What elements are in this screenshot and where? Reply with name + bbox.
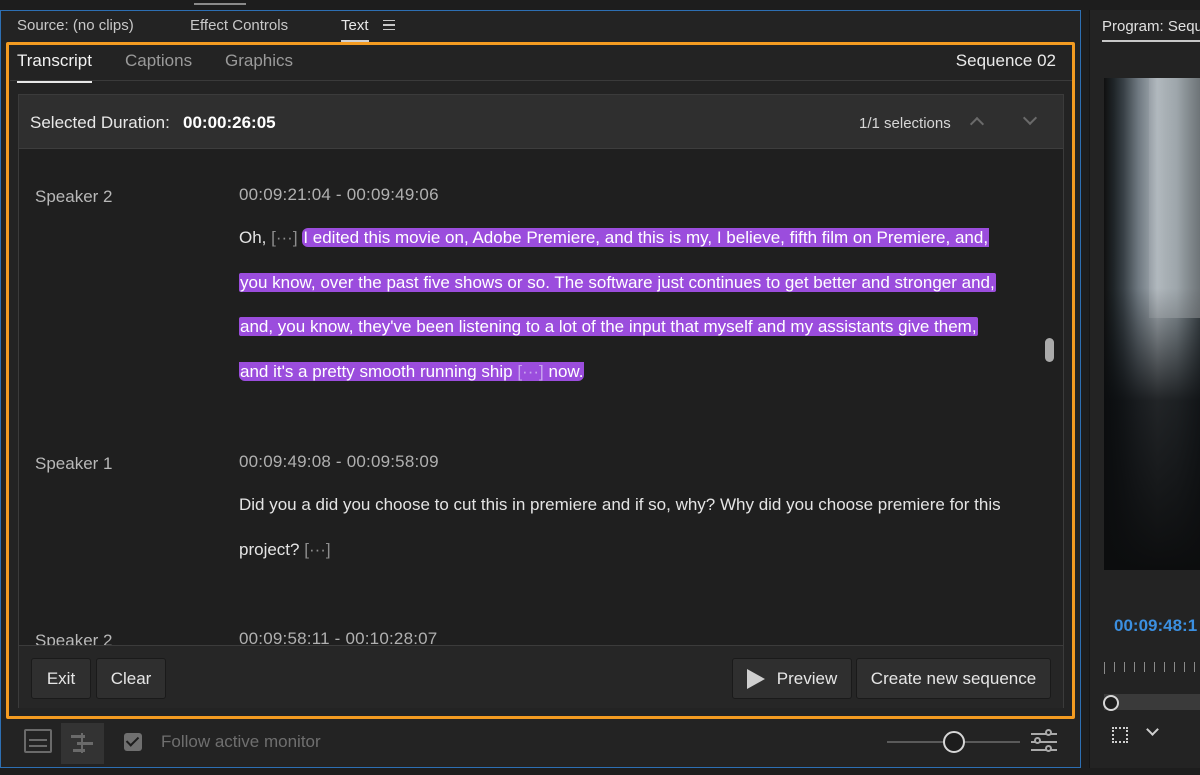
transcript-word[interactable]: Oh, [239,228,266,247]
pause-ellipsis[interactable]: [···] [517,362,543,381]
timecode-range: 00:09:58:11 - 00:10:28:07 [239,629,438,645]
speaker-label[interactable]: Speaker 2 [35,631,113,645]
selected-text-tail[interactable]: now. [548,362,583,381]
follow-monitor-label: Follow active monitor [161,732,321,751]
transcript-line[interactable]: you know, over the past five shows or so… [239,270,996,296]
create-new-sequence-button[interactable]: Create new sequence [856,658,1051,699]
transcript-text[interactable]: project? [239,540,299,559]
next-selection-icon[interactable] [1022,110,1038,126]
tab-graphics[interactable]: Graphics [225,51,293,71]
playhead-knob[interactable] [1103,695,1119,711]
panel-menu-icon[interactable] [383,20,395,30]
preview-label: Preview [776,668,838,688]
selected-text[interactable]: and, you know, they've been listening to… [239,317,978,336]
panel-bottom-bar: Follow active monitor [0,720,1081,766]
selected-text-words[interactable]: and it's a pretty smooth running ship [240,362,513,381]
action-footer: Exit Clear Preview Create new sequence [19,645,1063,708]
program-timecode[interactable]: 00:09:48:1 [1114,616,1197,636]
safe-margins-icon[interactable] [1112,727,1128,743]
source-monitor-icon[interactable] [24,729,52,753]
selected-duration-label: Selected Duration: [30,113,170,132]
transcript-line[interactable]: and, you know, they've been listening to… [239,314,978,340]
timeline-icon [71,733,93,753]
text-subtabs: Transcript Captions Graphics Sequence 02 [10,45,1072,83]
time-ruler[interactable] [1104,662,1200,674]
tab-captions[interactable]: Captions [125,51,192,71]
settings-sliders-icon[interactable] [1031,729,1057,754]
tab-text[interactable]: Text [341,17,369,42]
video-frame[interactable] [1104,78,1200,570]
sequence-name: Sequence 02 [955,51,1056,70]
selected-duration-value: 00:00:26:05 [183,113,276,132]
program-monitor: Program: Seque 00:09:48:1 [1089,10,1200,768]
play-icon [746,668,765,689]
selected-text[interactable]: and it's a pretty smooth running ship [·… [239,362,585,381]
tab-transcript[interactable]: Transcript [17,51,92,83]
previous-selection-icon[interactable] [969,116,985,132]
transcript-line[interactable]: Oh, [···] I edited this movie on, Adobe … [239,225,990,251]
preview-button[interactable]: Preview [732,658,852,699]
transcript-body[interactable]: Speaker 2 00:09:21:04 - 00:09:49:06 Oh, … [19,150,1063,645]
follow-monitor-checkbox[interactable] [124,733,142,751]
transcript-scrollbar[interactable] [1045,338,1054,362]
selected-text[interactable]: you know, over the past five shows or so… [239,273,996,292]
tab-source[interactable]: Source: (no clips) [17,17,134,34]
clear-button[interactable]: Clear [96,658,166,699]
transcript-container: Selected Duration: 00:00:26:05 1/1 selec… [18,94,1064,708]
tab-effect-controls[interactable]: Effect Controls [190,17,288,34]
drag-handle[interactable] [194,3,246,5]
transcript-line[interactable]: Did you a did you choose to cut this in … [239,492,1001,518]
timecode-range: 00:09:21:04 - 00:09:49:06 [239,185,439,204]
zoom-slider-knob[interactable] [943,731,965,753]
chevron-down-icon[interactable] [1146,723,1159,736]
pause-ellipsis[interactable]: [···] [271,228,297,247]
transcript-line[interactable]: project? [···] [239,537,331,563]
exit-button[interactable]: Exit [31,658,91,699]
timeline-toggle-button[interactable] [61,723,104,764]
selection-bar: Selected Duration: 00:00:26:05 1/1 selec… [19,95,1063,149]
panel-tab-bar: Source: (no clips) Effect Controls Text [1,11,1080,42]
selected-text[interactable]: I edited this movie on, Adobe Premiere, … [302,228,990,247]
pause-ellipsis[interactable]: [···] [304,540,330,559]
timecode-range: 00:09:49:08 - 00:09:58:09 [239,452,439,471]
app-window: Source: (no clips) Effect Controls Text … [0,0,1200,775]
speaker-label[interactable]: Speaker 1 [35,454,113,474]
speaker-label[interactable]: Speaker 2 [35,187,113,207]
selection-count: 1/1 selections [859,115,951,132]
transcript-text[interactable]: Did you a did you choose to cut this in … [239,495,1001,514]
program-monitor-title[interactable]: Program: Seque [1102,18,1200,42]
transcript-line[interactable]: and it's a pretty smooth running ship [·… [239,359,585,385]
